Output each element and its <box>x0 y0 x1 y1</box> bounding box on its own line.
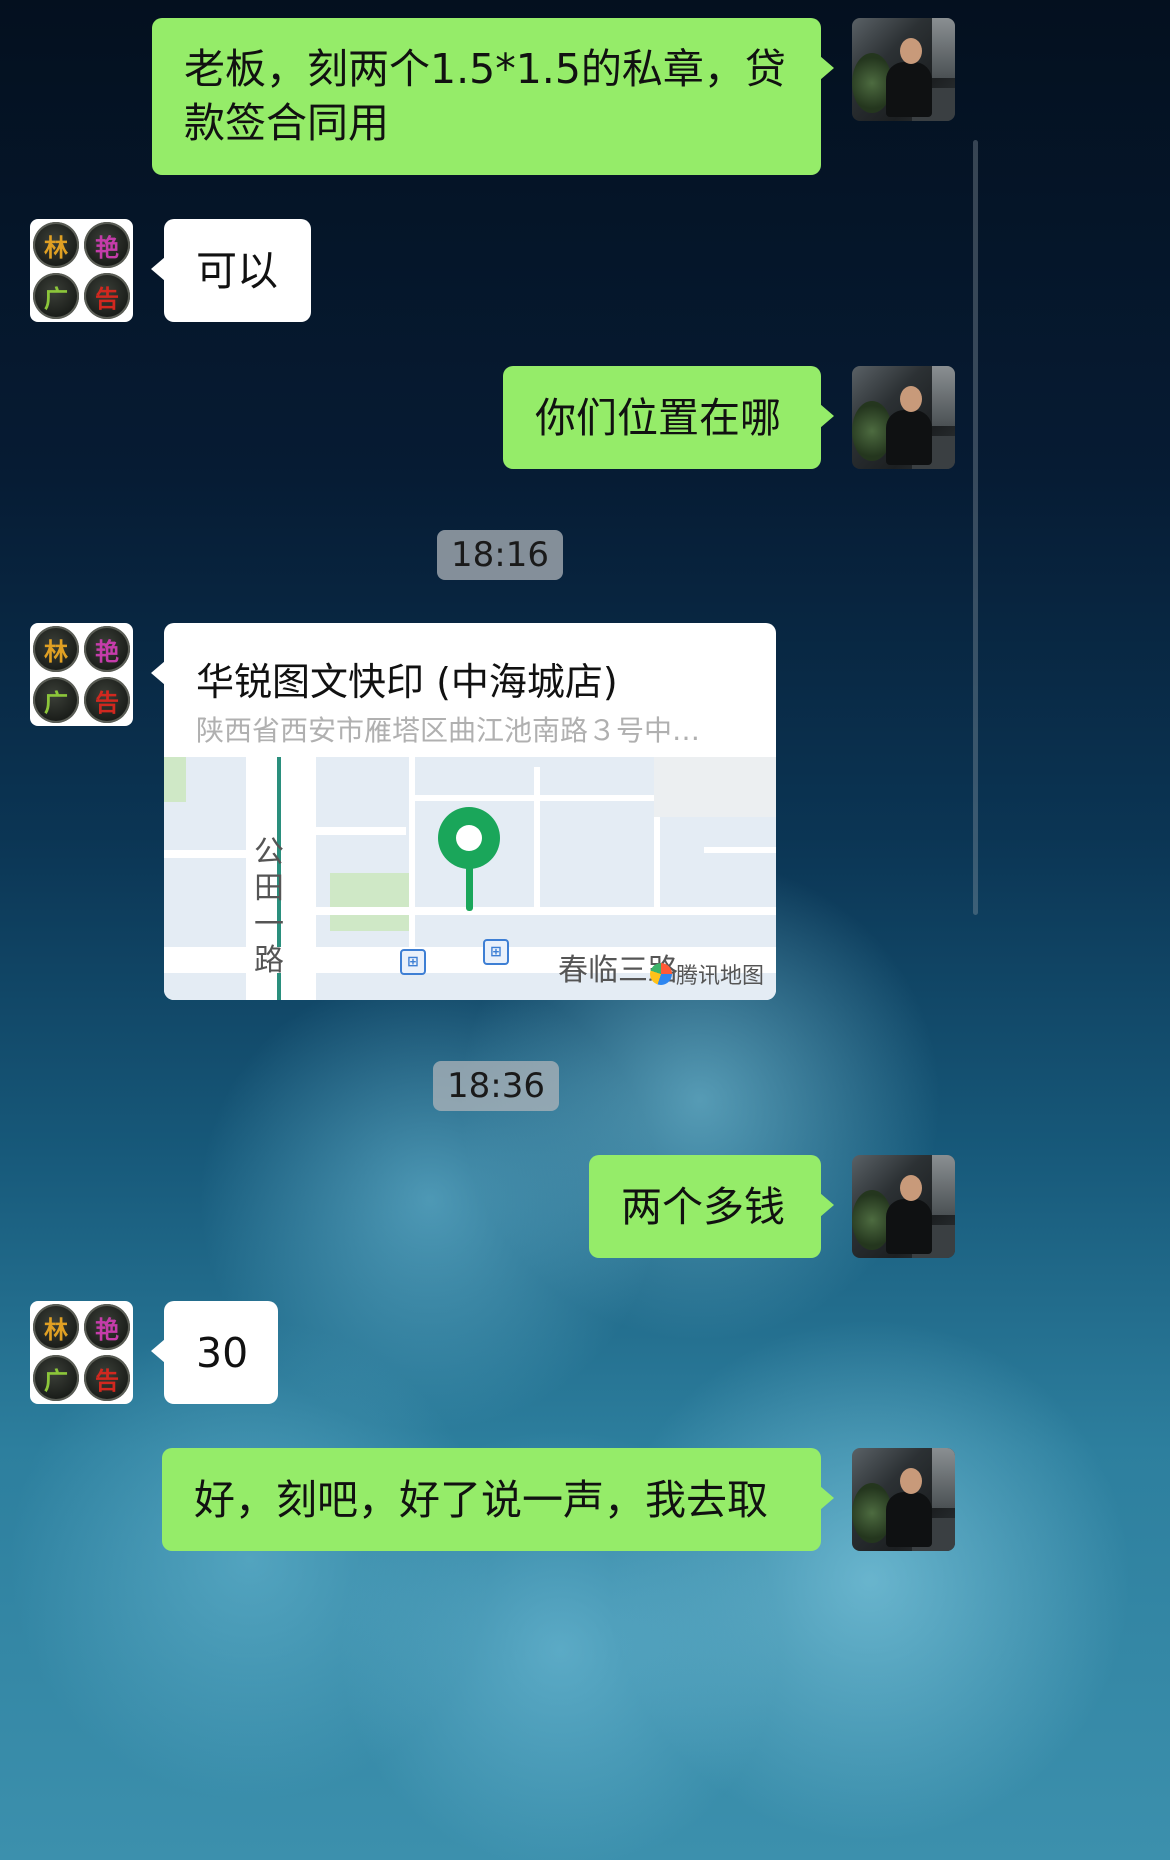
location-title: 华锐图文快印 (中海城店) <box>196 660 618 704</box>
message-bubble-received[interactable]: 30 <box>151 1301 278 1404</box>
message-bubble-sent[interactable]: 两个多钱 <box>589 1155 834 1258</box>
message-text: 好，刻吧，好了说一声，我去取 <box>194 1475 768 1524</box>
shop-avatar[interactable]: 林 艳 广 告 <box>30 623 133 726</box>
tencent-map-logo-icon <box>649 963 672 985</box>
my-avatar[interactable] <box>852 18 955 121</box>
message-bubble-sent[interactable]: 好，刻吧，好了说一声，我去取 <box>162 1448 834 1551</box>
chat-scrollbar[interactable] <box>973 140 978 915</box>
message-text: 30 <box>196 1328 249 1377</box>
message-text: 可以 <box>196 246 278 295</box>
map-brand: 腾讯地图 <box>649 958 764 990</box>
location-card[interactable]: 华锐图文快印 (中海城店) 陕西省西安市雁塔区曲江池南路３号中… 公田一路 春临… <box>164 623 776 1000</box>
my-avatar[interactable] <box>852 366 955 469</box>
timestamp: 18:36 <box>433 1061 559 1111</box>
shop-avatar[interactable]: 林 艳 广 告 <box>30 219 133 322</box>
shop-avatar[interactable]: 林 艳 广 告 <box>30 1301 133 1404</box>
bus-stop-icon: ⊞ <box>483 939 509 965</box>
message-text: 两个多钱 <box>621 1182 785 1231</box>
bus-stop-icon: ⊞ <box>400 949 426 975</box>
timestamp: 18:16 <box>437 530 563 580</box>
message-bubble-sent[interactable]: 你们位置在哪 <box>503 366 834 469</box>
message-bubble-sent[interactable]: 老板，刻两个1.5*1.5的私章，贷款签合同用 <box>152 18 834 175</box>
map-road-label: 公田一路 <box>254 835 284 978</box>
location-address: 陕西省西安市雁塔区曲江池南路３号中… <box>196 714 701 747</box>
my-avatar[interactable] <box>852 1155 955 1258</box>
my-avatar[interactable] <box>852 1448 955 1551</box>
message-bubble-received[interactable]: 可以 <box>151 219 311 322</box>
location-map[interactable]: 公田一路 春临三路 ⊞ ⊞ 腾讯地图 <box>164 757 776 1000</box>
message-text: 你们位置在哪 <box>535 393 781 442</box>
location-pin-icon <box>438 807 500 869</box>
message-text: 老板，刻两个1.5*1.5的私章，贷款签合同用 <box>184 45 786 147</box>
